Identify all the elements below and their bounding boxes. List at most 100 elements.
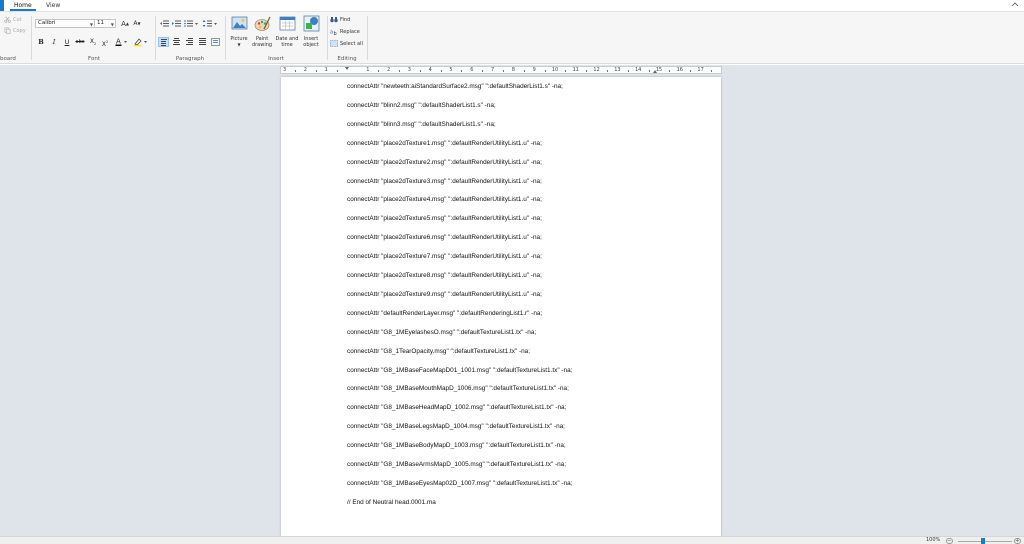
file-menu-button[interactable] xyxy=(0,0,4,11)
document-line[interactable]: connectAttr "G8_1MBaseArmsMapD_1005.msg"… xyxy=(347,461,566,468)
clipboard-group-label: board xyxy=(0,56,16,62)
ruler-tick xyxy=(482,70,484,72)
highlight-color-button[interactable] xyxy=(132,37,148,47)
justify-button[interactable] xyxy=(197,37,208,47)
ruler-tick xyxy=(461,70,463,72)
font-color-icon: A xyxy=(115,38,127,46)
document-line[interactable]: connectAttr "defaultRenderLayer.msg" ":d… xyxy=(347,310,542,317)
line-spacing-button[interactable] xyxy=(203,19,219,28)
font-family-select[interactable]: Calibri ▼ xyxy=(35,19,95,28)
indent-icon xyxy=(171,20,181,27)
paint-drawing-label: Paint drawing xyxy=(251,36,273,48)
ruler-tick xyxy=(503,70,504,72)
document-line[interactable]: connectAttr "place2dTexture5.msg" ":defa… xyxy=(347,215,542,222)
bold-button[interactable]: B xyxy=(36,37,46,47)
ruler-tick xyxy=(648,70,650,72)
align-right-button[interactable] xyxy=(184,37,195,47)
copy-button[interactable]: Copy xyxy=(4,27,26,34)
copy-icon xyxy=(4,27,11,34)
italic-button[interactable]: I xyxy=(49,37,59,47)
zoom-level: 100% xyxy=(926,537,941,543)
ruler[interactable]: 3 2 1 1 2 3 4 5 6 7 8 9 10 11 12 13 14 15 16 17 xyxy=(280,66,722,74)
ruler-number: 16 xyxy=(676,67,683,73)
paragraph-group: Paragraph xyxy=(156,12,224,64)
subscript-button[interactable]: X2 xyxy=(88,37,98,47)
paragraph-group-label: Paragraph xyxy=(175,56,205,62)
underline-button[interactable]: U xyxy=(62,37,72,47)
document-line[interactable]: connectAttr "newteeth:aiStandardSurface2… xyxy=(347,83,563,90)
strikethrough-button[interactable]: abc xyxy=(75,37,85,47)
select-all-button[interactable]: Select all xyxy=(330,40,363,47)
cut-button[interactable]: Cut xyxy=(4,16,22,23)
document-line[interactable]: connectAttr "G8_1MBaseFaceMapD01_1001.ms… xyxy=(347,367,572,374)
document-line[interactable]: connectAttr "G8_1MBaseBodyMapD_1003.msg"… xyxy=(347,442,566,449)
document-line[interactable]: connectAttr "G8_1MBaseMouthMapD_1006.msg… xyxy=(347,385,569,392)
bullet-list-button[interactable] xyxy=(184,19,200,28)
select-all-icon xyxy=(330,40,338,47)
zoom-out-button[interactable]: − xyxy=(946,538,953,544)
ruler-tick xyxy=(669,70,671,72)
document-line[interactable]: connectAttr "place2dTexture1.msg" ":defa… xyxy=(347,140,542,147)
paragraph-settings-button[interactable] xyxy=(210,37,221,47)
indent-marker[interactable] xyxy=(345,67,349,70)
chevron-down-icon: ▼ xyxy=(89,22,93,27)
document-line[interactable]: connectAttr "place2dTexture7.msg" ":defa… xyxy=(347,253,542,260)
document-line[interactable]: connectAttr "blinn2.msg" ":defaultShader… xyxy=(347,102,496,109)
ruler-tick xyxy=(440,70,442,72)
highlighter-icon xyxy=(134,38,147,47)
font-size-select[interactable]: 11 ▼ xyxy=(94,19,116,28)
document-line[interactable]: connectAttr "place2dTexture3.msg" ":defa… xyxy=(347,178,542,185)
insert-object-button[interactable]: Insert object xyxy=(299,15,323,48)
paint-drawing-button[interactable]: Paint drawing xyxy=(250,15,274,48)
ruler-number: 11 xyxy=(572,67,579,73)
align-left-button[interactable] xyxy=(158,37,169,47)
replace-button[interactable]: a b Replace xyxy=(330,28,360,36)
document-line[interactable]: connectAttr "place2dTexture4.msg" ":defa… xyxy=(347,196,542,203)
insert-object-icon xyxy=(303,15,319,32)
svg-text:b: b xyxy=(334,31,337,35)
ruler-tick xyxy=(565,70,567,72)
ruler-number: 7 xyxy=(491,67,495,73)
zoom-slider-thumb[interactable] xyxy=(980,538,985,544)
document-line[interactable]: connectAttr "place2dTexture6.msg" ":defa… xyxy=(347,234,542,241)
ruler-number: 2 xyxy=(303,67,307,73)
document-page[interactable]: connectAttr "newteeth:aiStandardSurface2… xyxy=(281,77,721,536)
zoom-in-button[interactable]: + xyxy=(1014,538,1021,544)
increase-indent-button[interactable] xyxy=(171,19,181,28)
document-line[interactable]: connectAttr "G8_1MBaseLegsMapD_1004.msg"… xyxy=(347,423,565,430)
find-button[interactable]: Find xyxy=(330,16,350,23)
ruler-number: 4 xyxy=(428,67,432,73)
document-line[interactable]: connectAttr "G8_1MBaseHeadMapD_1002.msg"… xyxy=(347,404,566,411)
document-line[interactable]: connectAttr "G8_1MBaseEyesMap02D_1007.ms… xyxy=(347,480,572,487)
document-line[interactable]: connectAttr "place2dTexture2.msg" ":defa… xyxy=(347,159,542,166)
document-line[interactable]: connectAttr "place2dTexture9.msg" ":defa… xyxy=(347,291,542,298)
superscript-button[interactable]: X2 xyxy=(100,37,110,48)
align-center-button[interactable] xyxy=(171,37,182,47)
zoom-slider[interactable] xyxy=(958,541,1012,542)
shrink-font-button[interactable]: A ▼ xyxy=(132,19,142,28)
ruler-tick xyxy=(711,70,712,72)
document-line[interactable]: connectAttr "blinn3.msg" ":defaultShader… xyxy=(347,121,496,128)
date-time-button[interactable]: Date and time xyxy=(275,15,299,48)
status-bar: 100% − + xyxy=(0,536,1024,544)
document-canvas[interactable]: connectAttr "newteeth:aiStandardSurface2… xyxy=(0,75,1024,536)
tab-home[interactable]: Home xyxy=(10,1,36,11)
document-line[interactable]: connectAttr "place2dTexture8.msg" ":defa… xyxy=(347,272,542,279)
decrease-indent-button[interactable] xyxy=(159,19,169,28)
document-line[interactable]: connectAttr "G8_1TearOpacity.msg" ":defa… xyxy=(347,348,530,355)
ruler-tick xyxy=(607,70,608,72)
grow-font-button[interactable]: A ▲ xyxy=(120,19,130,28)
chevron-up-icon[interactable] xyxy=(1010,0,1020,10)
document-line[interactable]: connectAttr "G8_1MEyelashesO.msg" ":defa… xyxy=(347,329,536,336)
cut-label: Cut xyxy=(13,16,22,23)
tab-view[interactable]: View xyxy=(42,1,64,11)
text-color-button[interactable]: A xyxy=(114,37,128,47)
document-line[interactable]: // End of Neutral head.0001.ma xyxy=(347,499,436,506)
ruler-tick xyxy=(544,70,546,72)
picture-button[interactable]: Picture ▼ xyxy=(227,15,251,48)
insert-object-label: Insert object xyxy=(303,36,319,48)
date-time-label: Date and time xyxy=(275,36,299,48)
ribbon-tab-bar: Home View xyxy=(0,0,1024,12)
binoculars-icon xyxy=(330,17,338,23)
ruler-tick xyxy=(336,70,338,72)
